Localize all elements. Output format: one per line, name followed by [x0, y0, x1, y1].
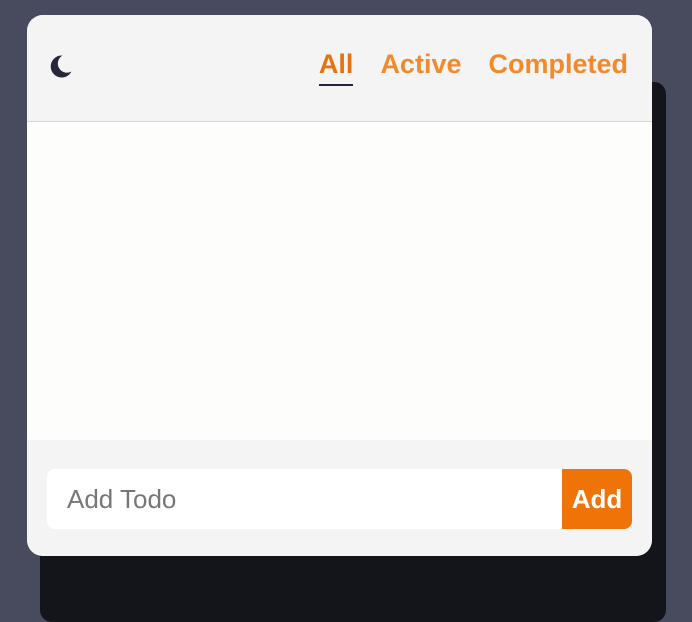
todo-list — [27, 122, 652, 440]
app-header: All Active Completed — [27, 15, 652, 122]
theme-toggle-button[interactable] — [45, 51, 75, 81]
tab-all[interactable]: All — [318, 48, 354, 86]
tab-completed[interactable]: Completed — [488, 48, 628, 86]
todo-input[interactable] — [47, 469, 562, 529]
app-footer: Add — [27, 440, 652, 556]
tab-active[interactable]: Active — [380, 48, 461, 86]
add-todo-form: Add — [47, 469, 632, 529]
filter-tabs: All Active Completed — [318, 48, 628, 86]
add-button[interactable]: Add — [562, 469, 632, 529]
moon-icon — [50, 55, 72, 78]
todo-app: All Active Completed Add — [27, 15, 652, 556]
